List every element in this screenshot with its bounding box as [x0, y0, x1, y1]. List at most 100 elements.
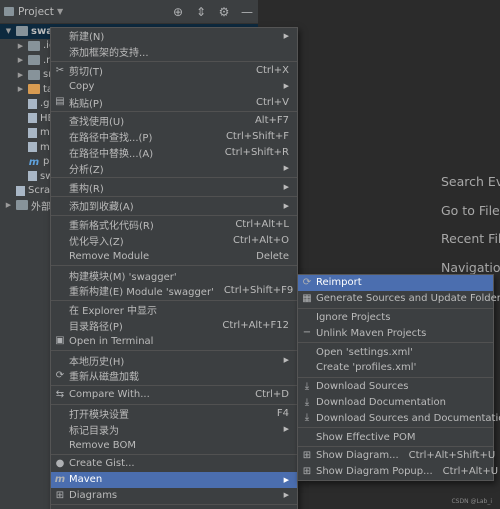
- context-menu-item[interactable]: 本地历史(H) ▶: [51, 352, 297, 368]
- context-menu-item[interactable]: 在 Explorer 中显示: [51, 302, 297, 318]
- menu-separator: [51, 384, 297, 386]
- context-menu-item[interactable]: Copy ▶: [51, 78, 297, 94]
- submenu-arrow-icon: ▶: [283, 425, 289, 434]
- maven-menu-item[interactable]: ⤓ Download Sources: [298, 379, 493, 395]
- context-menu-item[interactable]: 打开模块设置 F4: [51, 406, 297, 422]
- context-menu-item[interactable]: ⟳ 重新从磁盘加载: [51, 368, 297, 384]
- expand-arrow-icon[interactable]: ▶: [16, 42, 25, 50]
- collapse-icon[interactable]: ⇕: [194, 4, 208, 20]
- maven-menu-item[interactable]: ⊞ Show Diagram Popup... Ctrl+Alt+U: [298, 464, 498, 480]
- menu-separator: [298, 342, 493, 344]
- context-menu-item-label: 新建(N): [69, 32, 105, 44]
- file-icon: [28, 171, 37, 182]
- context-menu-item[interactable]: 目录路径(P) Ctrl+Alt+F12: [51, 318, 297, 334]
- shortcut-label: Ctrl+Alt+Shift+U: [408, 450, 496, 462]
- context-menu-item[interactable]: ● Create Gist...: [51, 456, 297, 472]
- context-menu-item-label: 重构(R): [69, 183, 104, 195]
- folder-icon: [28, 55, 40, 66]
- context-menu-item[interactable]: 分析(Z) ▶: [51, 160, 297, 176]
- context-menu-item[interactable]: ▤ 粘贴(P) Ctrl+V: [51, 94, 297, 110]
- hide-icon[interactable]: —: [240, 4, 254, 20]
- shortcut-label: Ctrl+X: [255, 64, 289, 76]
- download-icon: ⤓: [304, 412, 310, 424]
- menu-separator: [51, 403, 297, 405]
- context-menu-item[interactable]: ⊞ Diagrams ▶: [51, 488, 297, 504]
- diagram-icon: ⊞: [302, 465, 312, 477]
- shortcut-label: Ctrl+Alt+F12: [222, 319, 289, 331]
- context-menu-item[interactable]: 在路径中查找...(P) Ctrl+Shift+F: [51, 129, 297, 145]
- context-menu-item-label: 添加框架的支持...: [69, 48, 149, 60]
- context-menu-item[interactable]: Remove BOM: [51, 437, 297, 453]
- menu-separator: [298, 445, 493, 447]
- context-menu-item-label: 重新构建(E) Module 'swagger': [69, 287, 214, 299]
- context-menu-item[interactable]: 优化导入(Z) Ctrl+Alt+O: [51, 233, 297, 249]
- context-menu-item-label: 目录路径(P): [69, 321, 123, 333]
- submenu-arrow-icon: ▶: [283, 491, 289, 500]
- shortcut-label: Delete: [256, 250, 289, 262]
- gear-icon[interactable]: ⚙: [217, 4, 231, 20]
- submenu-arrow-icon: ▶: [283, 183, 289, 192]
- context-menu-item[interactable]: ⇆ Compare With... Ctrl+D: [51, 387, 297, 403]
- terminal-icon: ▣: [55, 335, 65, 347]
- submenu-arrow-icon: ▶: [283, 475, 289, 484]
- context-menu-item[interactable]: ✂ 剪切(T) Ctrl+X: [51, 63, 297, 79]
- context-menu-item[interactable]: 重构(R) ▶: [51, 179, 297, 195]
- file-icon: [16, 185, 25, 196]
- menu-separator: [298, 427, 493, 429]
- context-menu-item-label: 标记目录为: [69, 425, 119, 437]
- context-menu-item[interactable]: 构建模块(M) 'swagger': [51, 267, 297, 283]
- menu-separator: [51, 265, 297, 267]
- context-menu-item[interactable]: ▣ Open in Terminal: [51, 333, 297, 349]
- project-view-icon: [4, 7, 14, 16]
- context-menu-item-label: 分析(Z): [69, 164, 104, 176]
- maven-menu-item-label: Reimport: [316, 277, 362, 289]
- expand-arrow-icon[interactable]: ▶: [16, 56, 25, 64]
- folder-icon: [28, 84, 40, 95]
- maven-menu-item-label: Download Sources: [316, 381, 409, 393]
- shortcut-label: F4: [276, 407, 289, 419]
- menu-separator: [51, 504, 297, 506]
- shortcut-label: Ctrl+Shift+F9: [223, 285, 294, 297]
- context-menu-item[interactable]: 重新构建(E) Module 'swagger' Ctrl+Shift+F9: [51, 283, 297, 299]
- maven-menu-item[interactable]: ▦ Generate Sources and Update Folders: [298, 291, 500, 307]
- context-menu-item[interactable]: 标记目录为 ▶: [51, 421, 297, 437]
- maven-menu-item-label: Show Effective POM: [316, 431, 416, 443]
- context-menu-item[interactable]: 在路径中替换...(A) Ctrl+Shift+R: [51, 145, 297, 161]
- maven-menu-item[interactable]: ⤓ Download Documentation: [298, 395, 493, 411]
- project-panel-title[interactable]: Project: [18, 6, 54, 18]
- context-menu-item-label: 在路径中替换...(A): [69, 148, 154, 160]
- maven-menu-item-label: Download Sources and Documentation: [316, 412, 500, 424]
- maven-menu-item[interactable]: ⟳ Reimport: [298, 275, 493, 291]
- expand-arrow-icon[interactable]: ▶: [16, 85, 25, 93]
- context-menu-item[interactable]: m Maven ▶: [51, 471, 297, 488]
- expand-arrow-icon[interactable]: ▶: [16, 71, 25, 79]
- maven-menu-item[interactable]: ⤓ Download Sources and Documentation: [298, 410, 500, 426]
- folder-icon: [28, 69, 40, 80]
- menu-separator: [51, 177, 297, 179]
- hint-recent-files: Recent File: [441, 231, 500, 246]
- maven-menu-item[interactable]: Open 'settings.xml': [298, 344, 493, 360]
- expand-arrow-icon[interactable]: ▶: [4, 201, 13, 209]
- context-menu-item[interactable]: 添加到收藏(A) ▶: [51, 198, 297, 214]
- context-menu-item-label: Diagrams: [69, 489, 118, 501]
- generate-icon: ▦: [302, 292, 312, 304]
- context-menu-item[interactable]: 查找使用(U) Alt+F7: [51, 113, 297, 129]
- folder-icon: [16, 26, 28, 37]
- context-menu-item[interactable]: Remove Module Delete: [51, 248, 297, 264]
- maven-menu-item-label: Download Documentation: [316, 396, 446, 408]
- maven-menu-item[interactable]: ⊞ Show Diagram... Ctrl+Alt+Shift+U: [298, 448, 496, 464]
- chevron-down-icon[interactable]: ▼: [57, 7, 63, 16]
- hint-navigation-bar: Navigation: [441, 260, 500, 275]
- locate-icon[interactable]: ⊕: [171, 4, 185, 20]
- download-icon: ⤓: [304, 396, 310, 408]
- maven-menu-item[interactable]: Show Effective POM: [298, 429, 493, 445]
- shortcut-label: Alt+F7: [254, 115, 289, 127]
- maven-menu-item[interactable]: − Unlink Maven Projects: [298, 325, 493, 341]
- context-menu-item[interactable]: 重新格式化代码(R) Ctrl+Alt+L: [51, 217, 297, 233]
- expand-arrow-icon[interactable]: ▼: [4, 27, 13, 35]
- maven-menu-item-label: Create 'profiles.xml': [316, 362, 417, 374]
- context-menu-item[interactable]: 新建(N) ▶: [51, 28, 297, 44]
- context-menu-item[interactable]: 添加框架的支持...: [51, 44, 297, 60]
- maven-menu-item[interactable]: Ignore Projects: [298, 310, 493, 326]
- maven-menu-item[interactable]: Create 'profiles.xml': [298, 360, 493, 376]
